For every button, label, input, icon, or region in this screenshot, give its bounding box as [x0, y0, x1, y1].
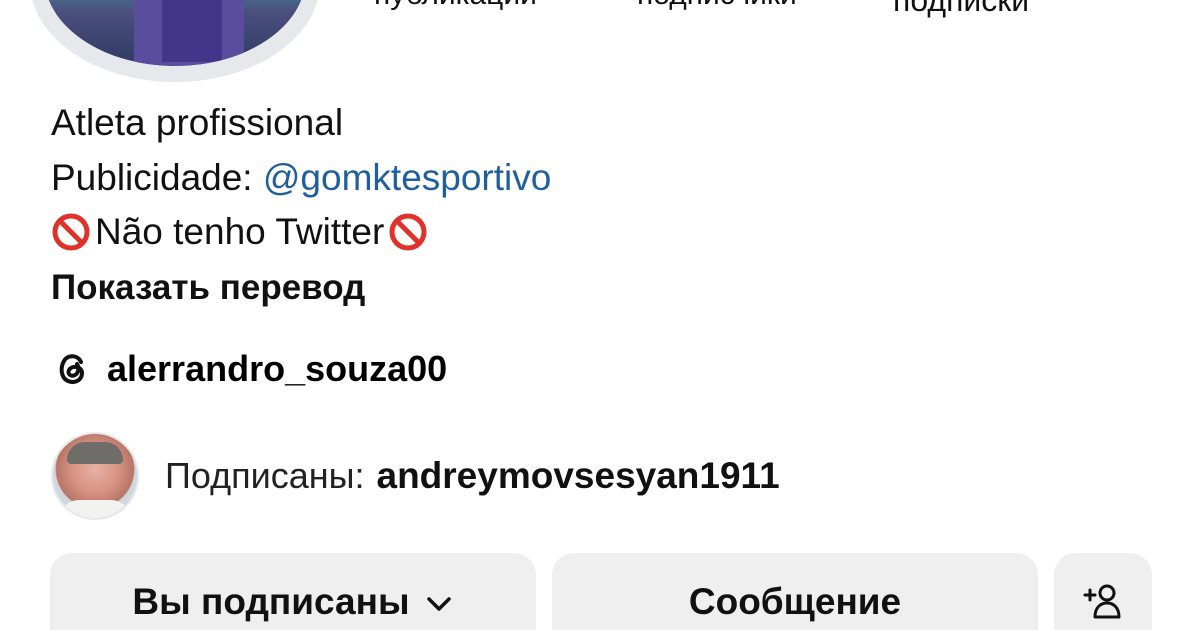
bio-no-twitter-text: Não tenho Twitter [95, 211, 385, 252]
avatar-figure-detail [162, 0, 222, 62]
follower-avatar-shirt [59, 500, 131, 518]
followers-stat-label[interactable]: подписчики [637, 0, 797, 12]
add-user-icon [1081, 579, 1125, 623]
threads-username: alerrandro_souza00 [107, 348, 448, 389]
threads-link[interactable]: alerrandro_souza00 [51, 347, 447, 391]
bio-no-twitter: Não tenho Twitter [51, 210, 428, 254]
bio-advertising-label: Publicidade: [51, 157, 263, 198]
following-button-label: Вы подписаны [132, 581, 410, 622]
following-button[interactable]: Вы подписаны [50, 553, 536, 630]
bio-advertising-link[interactable]: @gomktesportivo [263, 157, 551, 198]
follower-avatar-hair [67, 442, 123, 464]
followed-by-row[interactable]: Подписаны: andreymovsesyan1911 [51, 432, 780, 520]
threads-logo-icon [51, 347, 95, 391]
add-user-button[interactable] [1054, 553, 1152, 630]
no-entry-icon [51, 212, 91, 252]
following-stat-label[interactable]: подписки [893, 0, 1029, 19]
chevron-down-icon [424, 589, 454, 619]
message-button[interactable]: Сообщение [552, 553, 1038, 630]
message-button-label: Сообщение [688, 581, 902, 622]
followed-by-username[interactable]: andreymovsesyan1911 [377, 455, 780, 497]
show-translation-link[interactable]: Показать перевод [51, 266, 365, 310]
posts-stat-label[interactable]: публикации [374, 0, 537, 12]
bio-advertising: Publicidade: @gomktesportivo [51, 156, 551, 200]
profile-page: публикации подписчики подписки Atleta pr… [0, 0, 1200, 630]
follower-avatar [51, 432, 139, 520]
followed-by-label: Подписаны: [165, 455, 365, 496]
bio-category: Atleta profissional [51, 102, 344, 143]
no-entry-icon [388, 212, 428, 252]
